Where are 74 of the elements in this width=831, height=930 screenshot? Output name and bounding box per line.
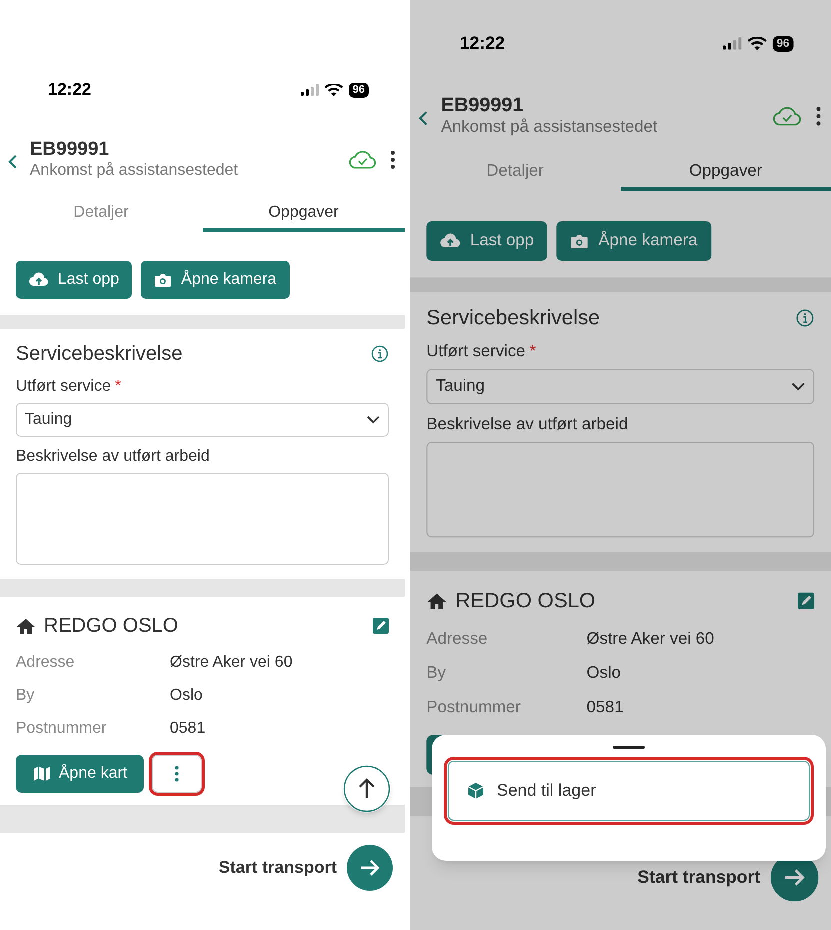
detail-value: Oslo <box>170 686 204 706</box>
camera-icon <box>570 233 590 250</box>
more-icon[interactable] <box>816 107 821 126</box>
tab[interactable]: Oppgaver <box>620 156 831 192</box>
upload-button[interactable]: Last opp <box>426 222 548 262</box>
detail-label: Adresse <box>426 629 489 650</box>
scroll-top-button[interactable] <box>343 765 391 813</box>
cloud-upload-icon <box>440 232 461 250</box>
tab[interactable]: Oppgaver <box>202 198 405 232</box>
job-id: EB99991 <box>441 94 525 118</box>
detail-label: Postnummer <box>16 719 108 739</box>
detail-label: Postnummer <box>426 698 522 719</box>
battery-level: 96 <box>772 36 794 52</box>
job-status: Ankomst på assistansestedet <box>30 161 240 181</box>
more-icon <box>175 766 180 782</box>
map-button[interactable]: Åpne kart <box>16 755 144 793</box>
field-label: Utført service <box>426 342 526 363</box>
cloud-upload-icon <box>29 272 49 288</box>
sheet-handle[interactable] <box>613 746 645 749</box>
upload-button[interactable]: Last opp <box>16 261 132 299</box>
field-label: Beskrivelse av utført arbeid <box>426 415 630 436</box>
cloud-check-icon <box>772 106 802 127</box>
cloud-check-icon <box>349 150 377 170</box>
description-field[interactable] <box>426 442 815 538</box>
back-icon[interactable] <box>8 154 18 170</box>
tab[interactable]: Detaljer <box>410 156 621 192</box>
field-label: Beskrivelse av utført arbeid <box>16 447 211 467</box>
camera-icon <box>154 272 172 288</box>
required-mark: * <box>115 377 122 397</box>
map-icon <box>33 766 51 782</box>
tab[interactable]: Detaljer <box>0 198 202 232</box>
wifi-icon <box>324 84 343 96</box>
camera-button[interactable]: Åpne kamera <box>557 222 712 262</box>
box-icon <box>467 782 485 800</box>
battery-level: 96 <box>348 82 369 98</box>
job-id: EB99991 <box>30 139 110 161</box>
home-icon <box>16 618 36 634</box>
status-time: 12:22 <box>48 79 92 102</box>
wifi-icon <box>748 36 766 50</box>
field-label: Utført service <box>16 377 112 397</box>
required-mark: * <box>530 342 536 363</box>
detail-label: By <box>16 686 36 706</box>
signal-icon <box>722 37 742 50</box>
detail-value: Oslo <box>586 664 622 684</box>
location-name: REDGO OSLO <box>44 614 180 639</box>
start-transport-label: Start transport <box>218 857 337 880</box>
detail-label: Adresse <box>16 653 76 673</box>
camera-button[interactable]: Åpne kamera <box>141 261 290 299</box>
detail-value: Østre Aker vei 60 <box>170 653 294 673</box>
more-button[interactable] <box>152 755 202 793</box>
home-icon <box>426 592 448 610</box>
detail-value: 0581 <box>586 698 625 719</box>
detail-label: By <box>426 664 448 684</box>
chevron-down-icon <box>792 382 806 392</box>
service-select[interactable]: Tauing <box>426 369 815 405</box>
chevron-down-icon <box>367 416 380 424</box>
description-field[interactable] <box>16 473 389 565</box>
more-icon[interactable] <box>391 151 395 169</box>
edit-icon[interactable] <box>373 618 389 634</box>
service-select[interactable]: Tauing <box>16 403 389 437</box>
detail-value: 0581 <box>170 719 207 739</box>
section-title: Servicebeskrivelse <box>16 342 183 367</box>
location-name: REDGO OSLO <box>456 588 597 615</box>
edit-icon[interactable] <box>798 592 815 610</box>
status-time: 12:22 <box>460 32 506 56</box>
job-status: Ankomst på assistansestedet <box>441 118 659 138</box>
info-icon[interactable] <box>371 345 389 363</box>
signal-icon <box>300 84 319 96</box>
section-title: Servicebeskrivelse <box>426 306 600 332</box>
arrow-right-button[interactable] <box>347 845 393 891</box>
back-icon[interactable] <box>418 110 429 127</box>
start-transport-label: Start transport <box>638 866 760 890</box>
info-icon[interactable] <box>796 308 815 328</box>
detail-value: Østre Aker vei 60 <box>586 629 716 650</box>
